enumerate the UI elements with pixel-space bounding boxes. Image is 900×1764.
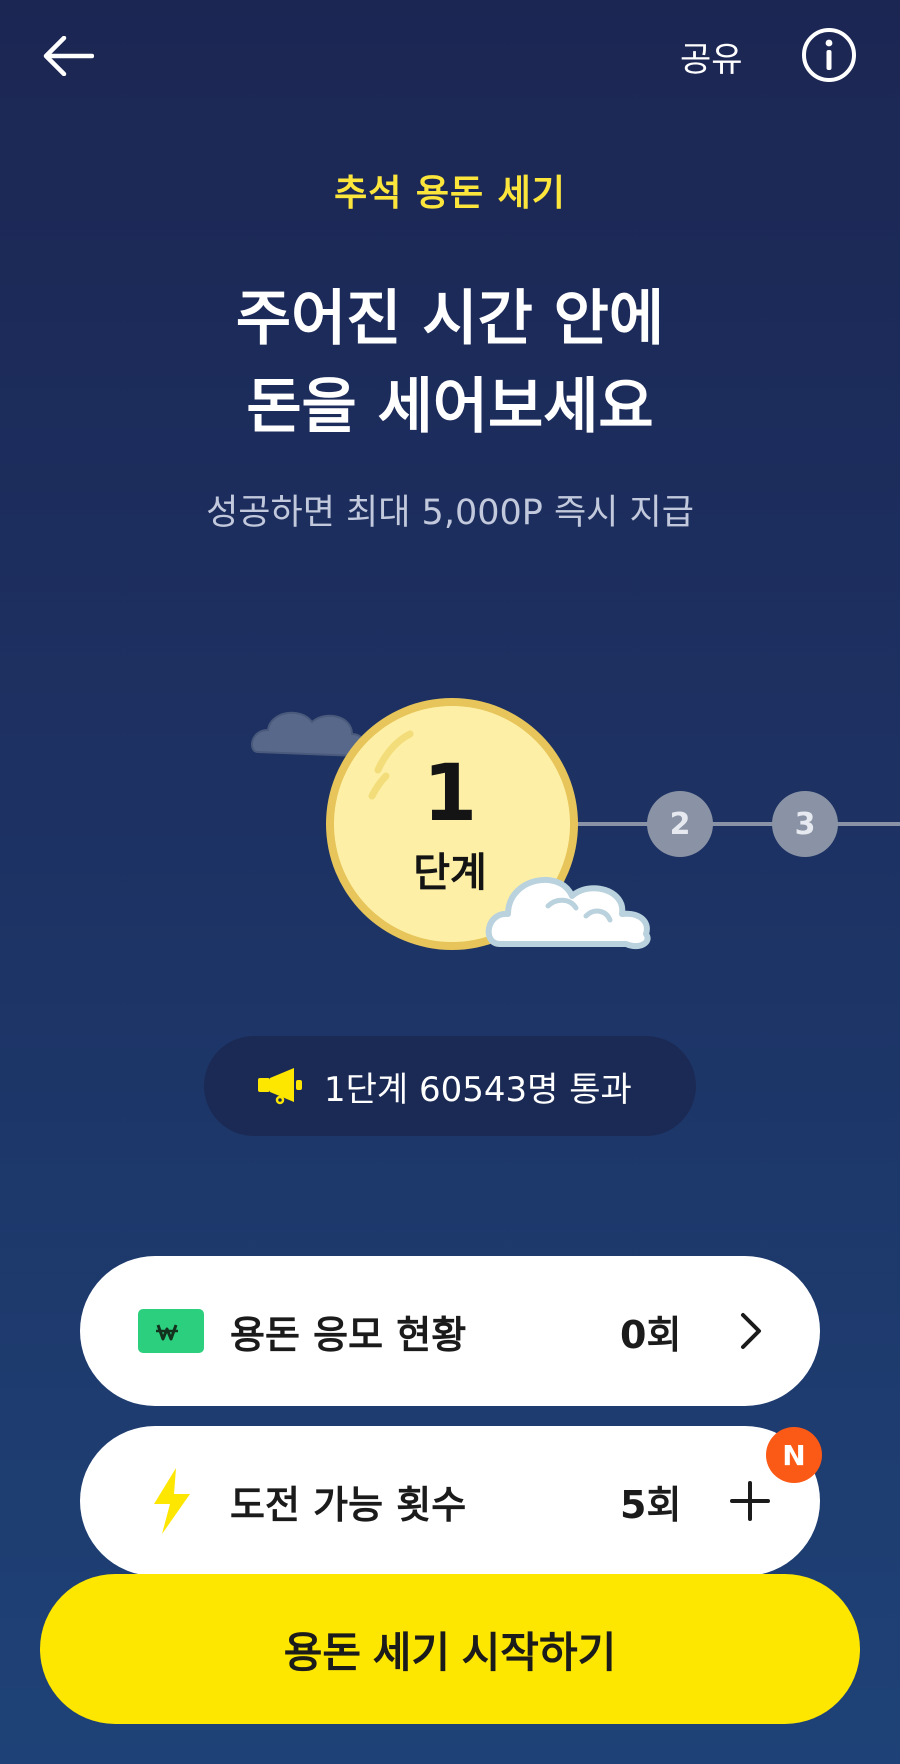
pass-count-text: 1단계 60543명 통과 bbox=[324, 1069, 632, 1110]
current-stage-number: 1 bbox=[422, 749, 478, 839]
cloud-grey-icon bbox=[251, 711, 367, 758]
pass-info-pill: 1단계 60543명 통과 bbox=[204, 1036, 696, 1136]
share-button[interactable]: 공유 bbox=[680, 30, 743, 82]
new-badge: N bbox=[766, 1427, 822, 1483]
plus-icon[interactable] bbox=[720, 1471, 780, 1531]
subtitle: 성공하면 최대 5,000P 즉시 지급 bbox=[206, 493, 694, 533]
card-label: 도전 가능 횟수 bbox=[230, 1482, 467, 1527]
top-bar: 공유 bbox=[0, 0, 900, 110]
headline: 주어진 시간 안에 돈을 세어보세요 bbox=[0, 275, 900, 451]
headline-line-1: 주어진 시간 안에 bbox=[235, 284, 665, 354]
info-button[interactable] bbox=[800, 26, 858, 84]
step-3: 3 bbox=[772, 791, 838, 857]
megaphone-icon bbox=[258, 1068, 302, 1105]
chevron-right-icon[interactable] bbox=[720, 1301, 780, 1361]
headline-line-2: 돈을 세어보세요 bbox=[246, 372, 654, 442]
event-title: 추석 용돈 세기 bbox=[334, 173, 566, 214]
back-button[interactable] bbox=[36, 24, 100, 88]
current-stage-label: 단계 bbox=[413, 850, 487, 896]
allowance-entry-status-card[interactable]: 용돈 응모 현황 0회 bbox=[80, 1256, 820, 1406]
lightning-icon bbox=[138, 1468, 204, 1534]
card-label: 용돈 응모 현황 bbox=[230, 1312, 467, 1357]
step-2: 2 bbox=[647, 791, 713, 857]
won-bill-icon bbox=[138, 1301, 204, 1361]
arrow-left-icon bbox=[43, 36, 94, 76]
start-counting-button[interactable]: 용돈 세기 시작하기 bbox=[40, 1574, 860, 1724]
available-attempts-card[interactable]: 도전 가능 횟수 5회 bbox=[80, 1426, 820, 1576]
info-icon bbox=[802, 28, 856, 82]
